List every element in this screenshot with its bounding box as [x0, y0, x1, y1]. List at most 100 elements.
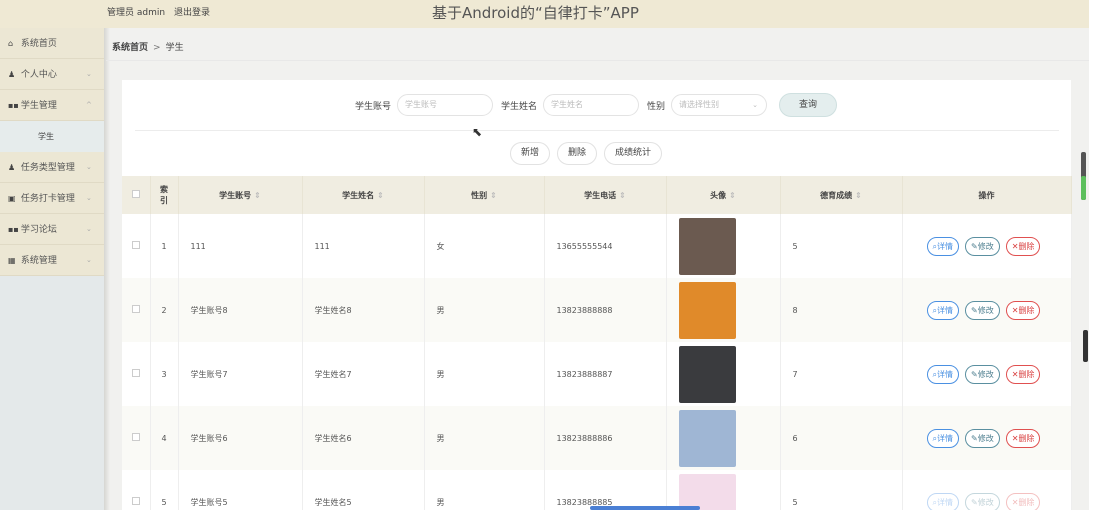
query-button[interactable]: 查询: [779, 93, 837, 117]
cell-score: 5: [780, 214, 903, 278]
cell-gender: 男: [424, 342, 545, 406]
detail-button[interactable]: ⌕详情: [926, 364, 960, 384]
chevron-down-icon: ⌄: [86, 163, 92, 171]
header-phone[interactable]: 学生电话 ⇕: [544, 176, 667, 214]
cell-index: 5: [150, 470, 179, 510]
logout-link[interactable]: 退出登录: [174, 8, 210, 18]
breadcrumb-separator: >: [153, 43, 161, 53]
page-scrollbar[interactable]: [1089, 0, 1101, 510]
delete-label: 删除: [1018, 305, 1035, 315]
horizontal-scrollbar[interactable]: [590, 506, 700, 510]
name-label: 学生姓名: [501, 101, 538, 112]
edit-button[interactable]: ✎修改: [965, 236, 1000, 256]
gender-select[interactable]: 请选择性别 ⌄: [671, 94, 768, 116]
name-input[interactable]: 学生姓名: [543, 94, 640, 116]
header-label: 德育成绩: [820, 190, 853, 200]
delete-button[interactable]: 删除: [557, 142, 598, 165]
grid-icon: ▪▪: [8, 101, 19, 110]
header-name[interactable]: 学生姓名 ⇕: [302, 176, 425, 214]
pencil-icon: ✎: [971, 433, 978, 443]
mouse-cursor-icon: ⬉: [472, 125, 483, 139]
header-score[interactable]: 德育成绩 ⇕: [780, 176, 903, 214]
avatar[interactable]: [678, 345, 736, 403]
delete-row-button[interactable]: ✕删除: [1005, 300, 1041, 320]
avatar[interactable]: [678, 281, 736, 339]
sort-icon[interactable]: ⇕: [377, 191, 384, 200]
edit-button[interactable]: ✎修改: [965, 364, 1000, 384]
cell-account: 学生账号7: [178, 342, 303, 406]
delete-row-button[interactable]: ✕删除: [1005, 364, 1041, 384]
checkbox[interactable]: [131, 190, 140, 198]
cell-phone: 13823888888: [544, 278, 667, 342]
edit-button[interactable]: ✎修改: [965, 428, 1000, 448]
sidebar-item-task-types[interactable]: ♟ 任务类型管理 ⌄: [0, 152, 104, 183]
cell-index: 4: [150, 406, 179, 470]
sort-icon[interactable]: ⇕: [619, 191, 626, 200]
sort-icon[interactable]: ⇕: [855, 191, 862, 200]
detail-button[interactable]: ⌕详情: [926, 236, 960, 256]
sidebar-item-students[interactable]: ▪▪ 学生管理 ^: [0, 90, 104, 121]
header-avatar[interactable]: 头像 ⇕: [666, 176, 781, 214]
row-checkbox[interactable]: [131, 497, 140, 505]
row-checkbox[interactable]: [131, 369, 140, 377]
delete-label: 删除: [1018, 369, 1035, 379]
breadcrumb-home[interactable]: 系统首页: [112, 43, 148, 53]
sidebar-item-label: 系统首页: [20, 39, 57, 49]
sidebar-item-home[interactable]: ⌂ 系统首页: [0, 28, 104, 59]
grid-icon: ▪▪: [8, 225, 19, 234]
row-checkbox[interactable]: [131, 305, 140, 313]
edit-button[interactable]: ✎修改: [965, 300, 1000, 320]
header-account[interactable]: 学生账号 ⇕: [178, 176, 303, 214]
sidebar-shadow: [104, 28, 110, 510]
delete-row-button[interactable]: ✕删除: [1005, 236, 1041, 256]
cell-name: 111: [302, 214, 425, 278]
home-icon: ⌂: [8, 39, 14, 48]
row-checkbox[interactable]: [131, 433, 140, 441]
header-label: 性别: [471, 190, 488, 200]
select-all-checkbox[interactable]: [122, 176, 151, 214]
edit-label: 修改: [977, 369, 994, 379]
detail-button[interactable]: ⌕详情: [926, 492, 960, 510]
sort-icon[interactable]: ⇕: [254, 191, 261, 200]
gender-placeholder: 请选择性别: [679, 100, 720, 109]
detail-label: 详情: [937, 497, 954, 507]
clipboard-icon: ▣: [8, 194, 16, 203]
table-row: 2 学生账号8 学生姓名8 男 13823888888 8 ⌕详情 ✎修改 ✕删除: [122, 278, 1072, 342]
edit-button[interactable]: ✎修改: [965, 492, 1000, 510]
sidebar-item-profile[interactable]: ♟ 个人中心 ⌄: [0, 59, 104, 90]
detail-button[interactable]: ⌕详情: [926, 300, 960, 320]
cell-name: 学生姓名8: [302, 278, 425, 342]
account-input[interactable]: 学生账号: [397, 94, 494, 116]
sort-icon[interactable]: ⇕: [490, 191, 497, 200]
sidebar-subitem-student[interactable]: 学生: [0, 121, 104, 152]
sidebar-item-label: 任务打卡管理: [20, 194, 75, 204]
sidebar-item-system[interactable]: ▦ 系统管理 ⌄: [0, 245, 104, 276]
chevron-up-icon: ^: [86, 101, 92, 109]
sidebar-item-label: 系统管理: [20, 256, 57, 266]
stats-button[interactable]: 成绩统计: [604, 142, 663, 165]
add-button[interactable]: 新增: [510, 142, 551, 165]
detail-button[interactable]: ⌕详情: [926, 428, 960, 448]
table-row: 5 学生账号5 学生姓名5 男 13823888885 5 ⌕详情 ✎修改 ✕删除: [122, 470, 1072, 510]
delete-row-button[interactable]: ✕删除: [1005, 428, 1041, 448]
header-gender[interactable]: 性别 ⇕: [424, 176, 545, 214]
chevron-down-icon: ⌄: [86, 225, 92, 233]
delete-row-button[interactable]: ✕删除: [1005, 492, 1041, 510]
header-index: 索 引: [150, 176, 179, 214]
chevron-down-icon: ⌄: [86, 70, 92, 78]
sort-icon[interactable]: ⇕: [729, 191, 736, 200]
cell-account: 学生账号6: [178, 406, 303, 470]
user-icon: ♟: [8, 163, 16, 172]
cell-score: 6: [780, 406, 903, 470]
side-handle[interactable]: [1083, 330, 1088, 362]
header-ops: 操作: [902, 176, 1072, 214]
row-checkbox[interactable]: [131, 241, 140, 249]
cell-phone: 13823888885: [544, 470, 667, 510]
avatar[interactable]: [678, 473, 736, 510]
avatar[interactable]: [678, 217, 736, 275]
avatar[interactable]: [678, 409, 736, 467]
sidebar-item-forum[interactable]: ▪▪ 学习论坛 ⌄: [0, 214, 104, 245]
user-icon: ♟: [8, 70, 16, 79]
gender-label: 性别: [647, 101, 666, 112]
sidebar-item-task-checkin[interactable]: ▣ 任务打卡管理 ⌄: [0, 183, 104, 214]
